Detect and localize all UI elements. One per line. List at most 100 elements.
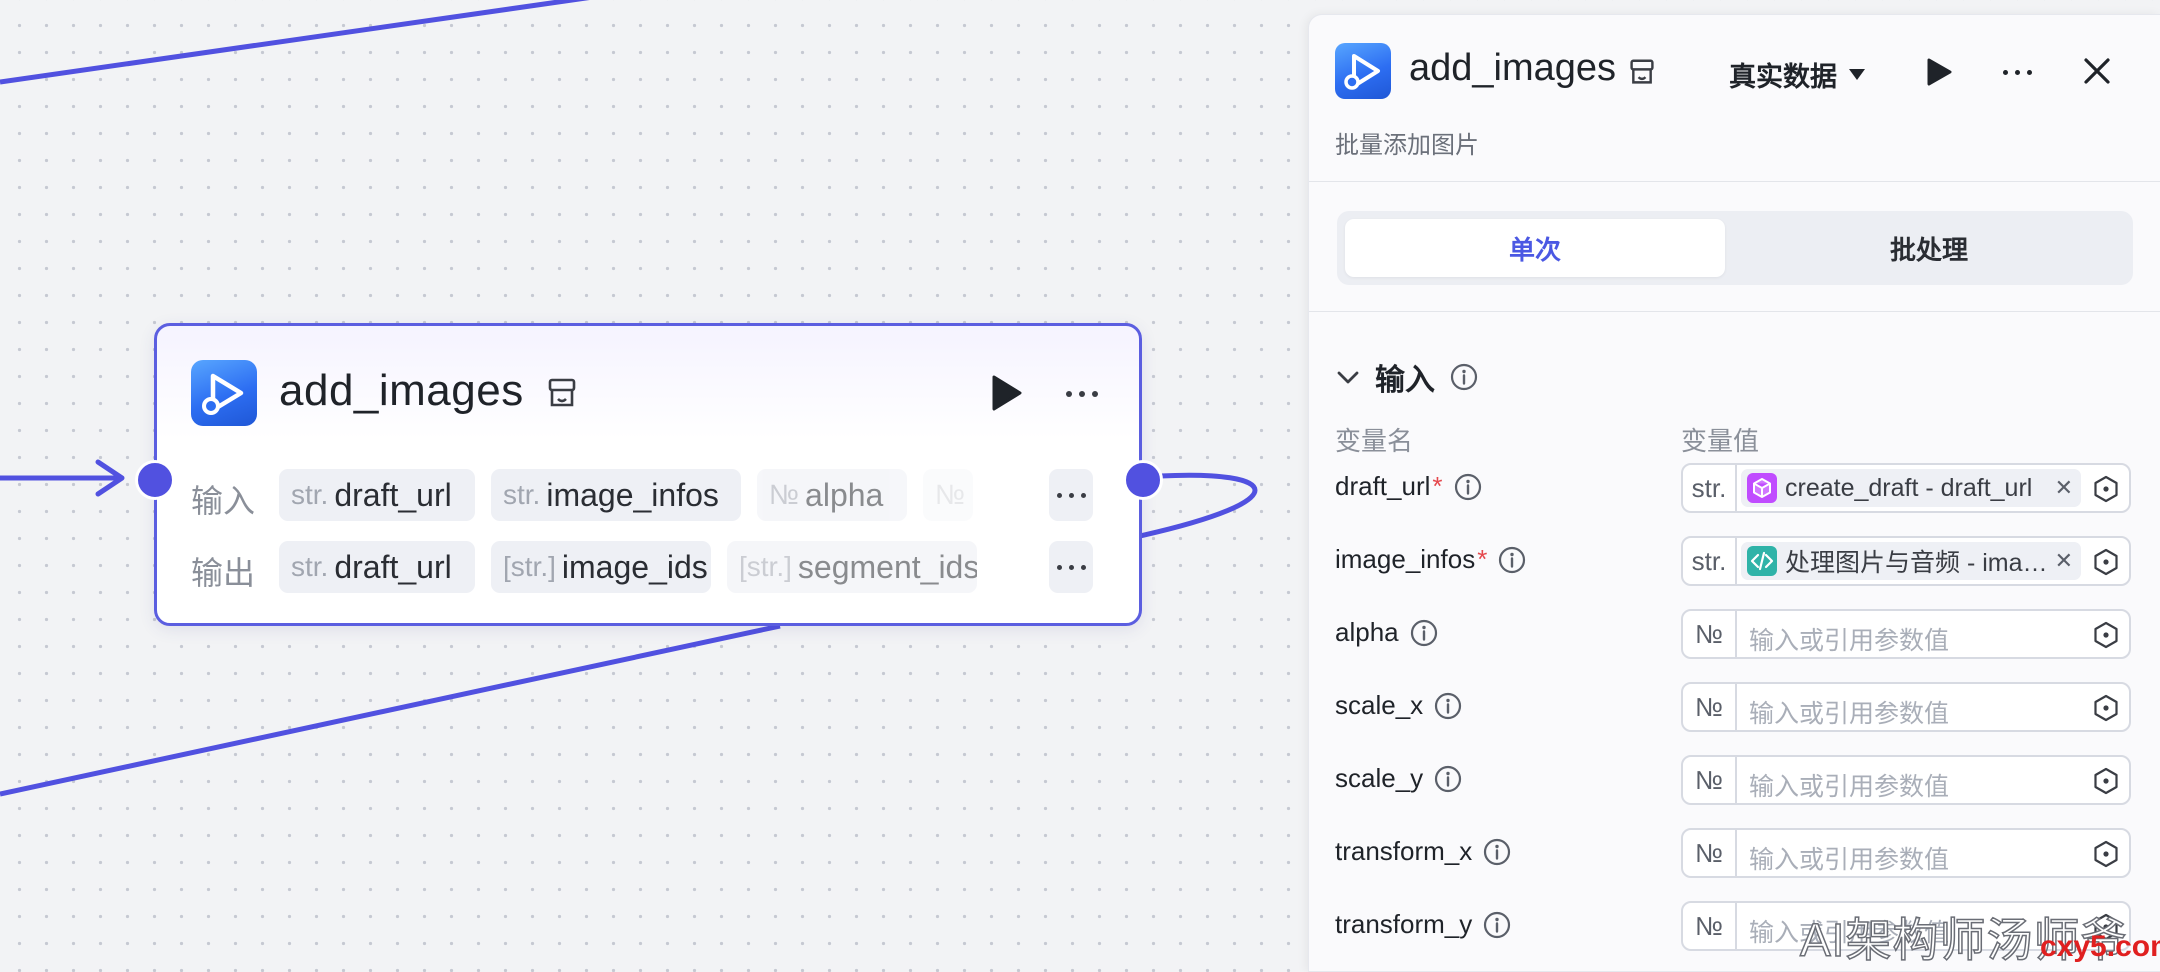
param-name: alpha (805, 476, 884, 513)
type-label: № (1683, 684, 1737, 730)
divider (1309, 311, 2160, 312)
info-icon[interactable] (1497, 545, 1527, 575)
param-label-image-infos: image_infos * (1335, 544, 1527, 575)
type-label: № (935, 479, 966, 510)
output-chip-image-ids: [str.] image_ids (491, 541, 711, 593)
param-name: image_infos (1335, 544, 1476, 574)
placeholder-text: 输入或引用参数值 (1749, 846, 1950, 874)
variable-reference-icon[interactable] (2091, 474, 2121, 504)
output-port[interactable] (1123, 460, 1163, 500)
param-name: alpha (1335, 617, 1399, 647)
variable-reference-icon[interactable] (2091, 839, 2121, 869)
param-label-draft-url: draft_url * (1335, 471, 1483, 502)
outputs-more-button[interactable] (1049, 541, 1093, 593)
inputs-more-button[interactable] (1049, 469, 1093, 521)
param-label-transform-y: transform_y (1335, 909, 1512, 940)
param-field-draft-url[interactable]: str. create_draft - draft_url ✕ (1681, 463, 2131, 513)
panel-more-button[interactable] (1989, 57, 2045, 87)
param-field-scale-x[interactable]: № 输入或引用参数值 (1681, 682, 2131, 732)
run-icon[interactable] (1925, 57, 1953, 87)
edge-lower (0, 623, 781, 797)
chevron-down-icon (1337, 371, 1359, 384)
close-icon[interactable] (2079, 53, 2115, 89)
reference-tag[interactable]: 处理图片与音频 - image_infos ✕ (1741, 542, 2081, 580)
info-icon[interactable] (1482, 837, 1512, 867)
reference-text: 处理图片与音频 - image_infos (1785, 549, 2049, 577)
input-section-toggle[interactable]: 输入 (1335, 355, 1479, 399)
param-name: draft_url (1335, 471, 1431, 501)
reference-tag[interactable]: create_draft - draft_url ✕ (1741, 469, 2081, 507)
tab-single[interactable]: 单次 (1345, 219, 1725, 277)
info-icon[interactable] (1433, 764, 1463, 794)
type-label: № (1683, 757, 1737, 803)
type-label: № (1683, 830, 1737, 876)
store-icon (1630, 59, 1654, 84)
play-plugin-icon (1335, 43, 1391, 99)
param-field-transform-x[interactable]: № 输入或引用参数值 (1681, 828, 2131, 878)
info-icon[interactable] (1482, 910, 1512, 940)
edge-arrow-head (95, 459, 125, 497)
input-chip-truncated: № (923, 469, 973, 521)
info-icon[interactable] (1409, 618, 1439, 648)
more-menu-button[interactable] (1057, 376, 1107, 412)
type-label: [str.] (739, 551, 792, 582)
remove-reference-icon[interactable]: ✕ (2055, 548, 2073, 574)
workflow-node-add-images[interactable]: add_images 输入 str. draft_url str. image_… (135, 323, 1163, 626)
column-header-name: 变量名 (1335, 426, 1414, 456)
info-icon[interactable] (1449, 362, 1479, 392)
param-field-image-infos[interactable]: str. 处理图片与音频 - image_infos ✕ (1681, 536, 2131, 586)
placeholder-text: 输入或引用参数值 (1749, 773, 1950, 801)
placeholder-text: 输入或引用参数值 (1749, 627, 1950, 655)
box-icon (1747, 473, 1777, 503)
more-icon (1989, 57, 2045, 87)
param-field-alpha[interactable]: № 输入或引用参数值 (1681, 609, 2131, 659)
info-icon[interactable] (1433, 691, 1463, 721)
param-label-alpha: alpha (1335, 617, 1439, 648)
required-mark: * (1477, 544, 1488, 574)
output-chip-draft-url: str. draft_url (279, 541, 475, 593)
more-icon (1049, 469, 1093, 521)
variable-reference-icon[interactable] (2091, 620, 2121, 650)
param-name: scale_x (1335, 690, 1424, 720)
param-name: image_infos (546, 476, 719, 513)
divider (1309, 181, 2160, 182)
required-mark: * (1432, 471, 1443, 501)
input-port[interactable] (135, 460, 175, 500)
variable-reference-icon[interactable] (2091, 693, 2121, 723)
section-title: 输入 (1375, 364, 1435, 397)
param-field-scale-y[interactable]: № 输入或引用参数值 (1681, 755, 2131, 805)
run-icon[interactable] (989, 374, 1023, 412)
store-icon (548, 378, 576, 407)
param-name: draft_url (334, 548, 452, 585)
param-name: segment_ids (797, 548, 977, 585)
data-mode-label: 真实数据 (1729, 62, 1837, 92)
type-label: str. (503, 479, 541, 510)
output-chip-segment-ids: [str.] segment_ids (727, 541, 977, 593)
variable-reference-icon[interactable] (2091, 766, 2121, 796)
play-plugin-icon (191, 360, 257, 426)
variable-reference-icon[interactable] (2091, 547, 2121, 577)
more-icon (1049, 541, 1093, 593)
reference-text: create_draft - draft_url (1785, 473, 2033, 502)
param-label-scale-x: scale_x (1335, 690, 1463, 721)
type-label: № (1683, 903, 1737, 949)
remove-reference-icon[interactable]: ✕ (2055, 475, 2073, 501)
param-name: draft_url (334, 476, 452, 513)
info-icon[interactable] (1453, 472, 1483, 502)
input-chip-alpha: № alpha (757, 469, 907, 521)
type-label: № (769, 479, 800, 510)
tab-batch[interactable]: 批处理 (1733, 219, 2125, 277)
watermark-site: cxy5.com (2040, 930, 2160, 963)
type-label: № (1683, 611, 1737, 657)
panel-title: add_images (1409, 47, 1617, 89)
param-name: scale_y (1335, 763, 1424, 793)
type-label: str. (1683, 465, 1737, 511)
data-mode-dropdown[interactable]: 真实数据 (1729, 55, 1865, 94)
panel-description: 批量添加图片 (1335, 132, 1479, 159)
param-name: transform_x (1335, 836, 1473, 866)
type-label: str. (291, 551, 329, 582)
edge-incoming-top (0, 0, 590, 85)
mode-tabs: 单次 批处理 (1337, 211, 2133, 285)
param-name: transform_y (1335, 909, 1473, 939)
node-title: add_images (279, 366, 524, 415)
